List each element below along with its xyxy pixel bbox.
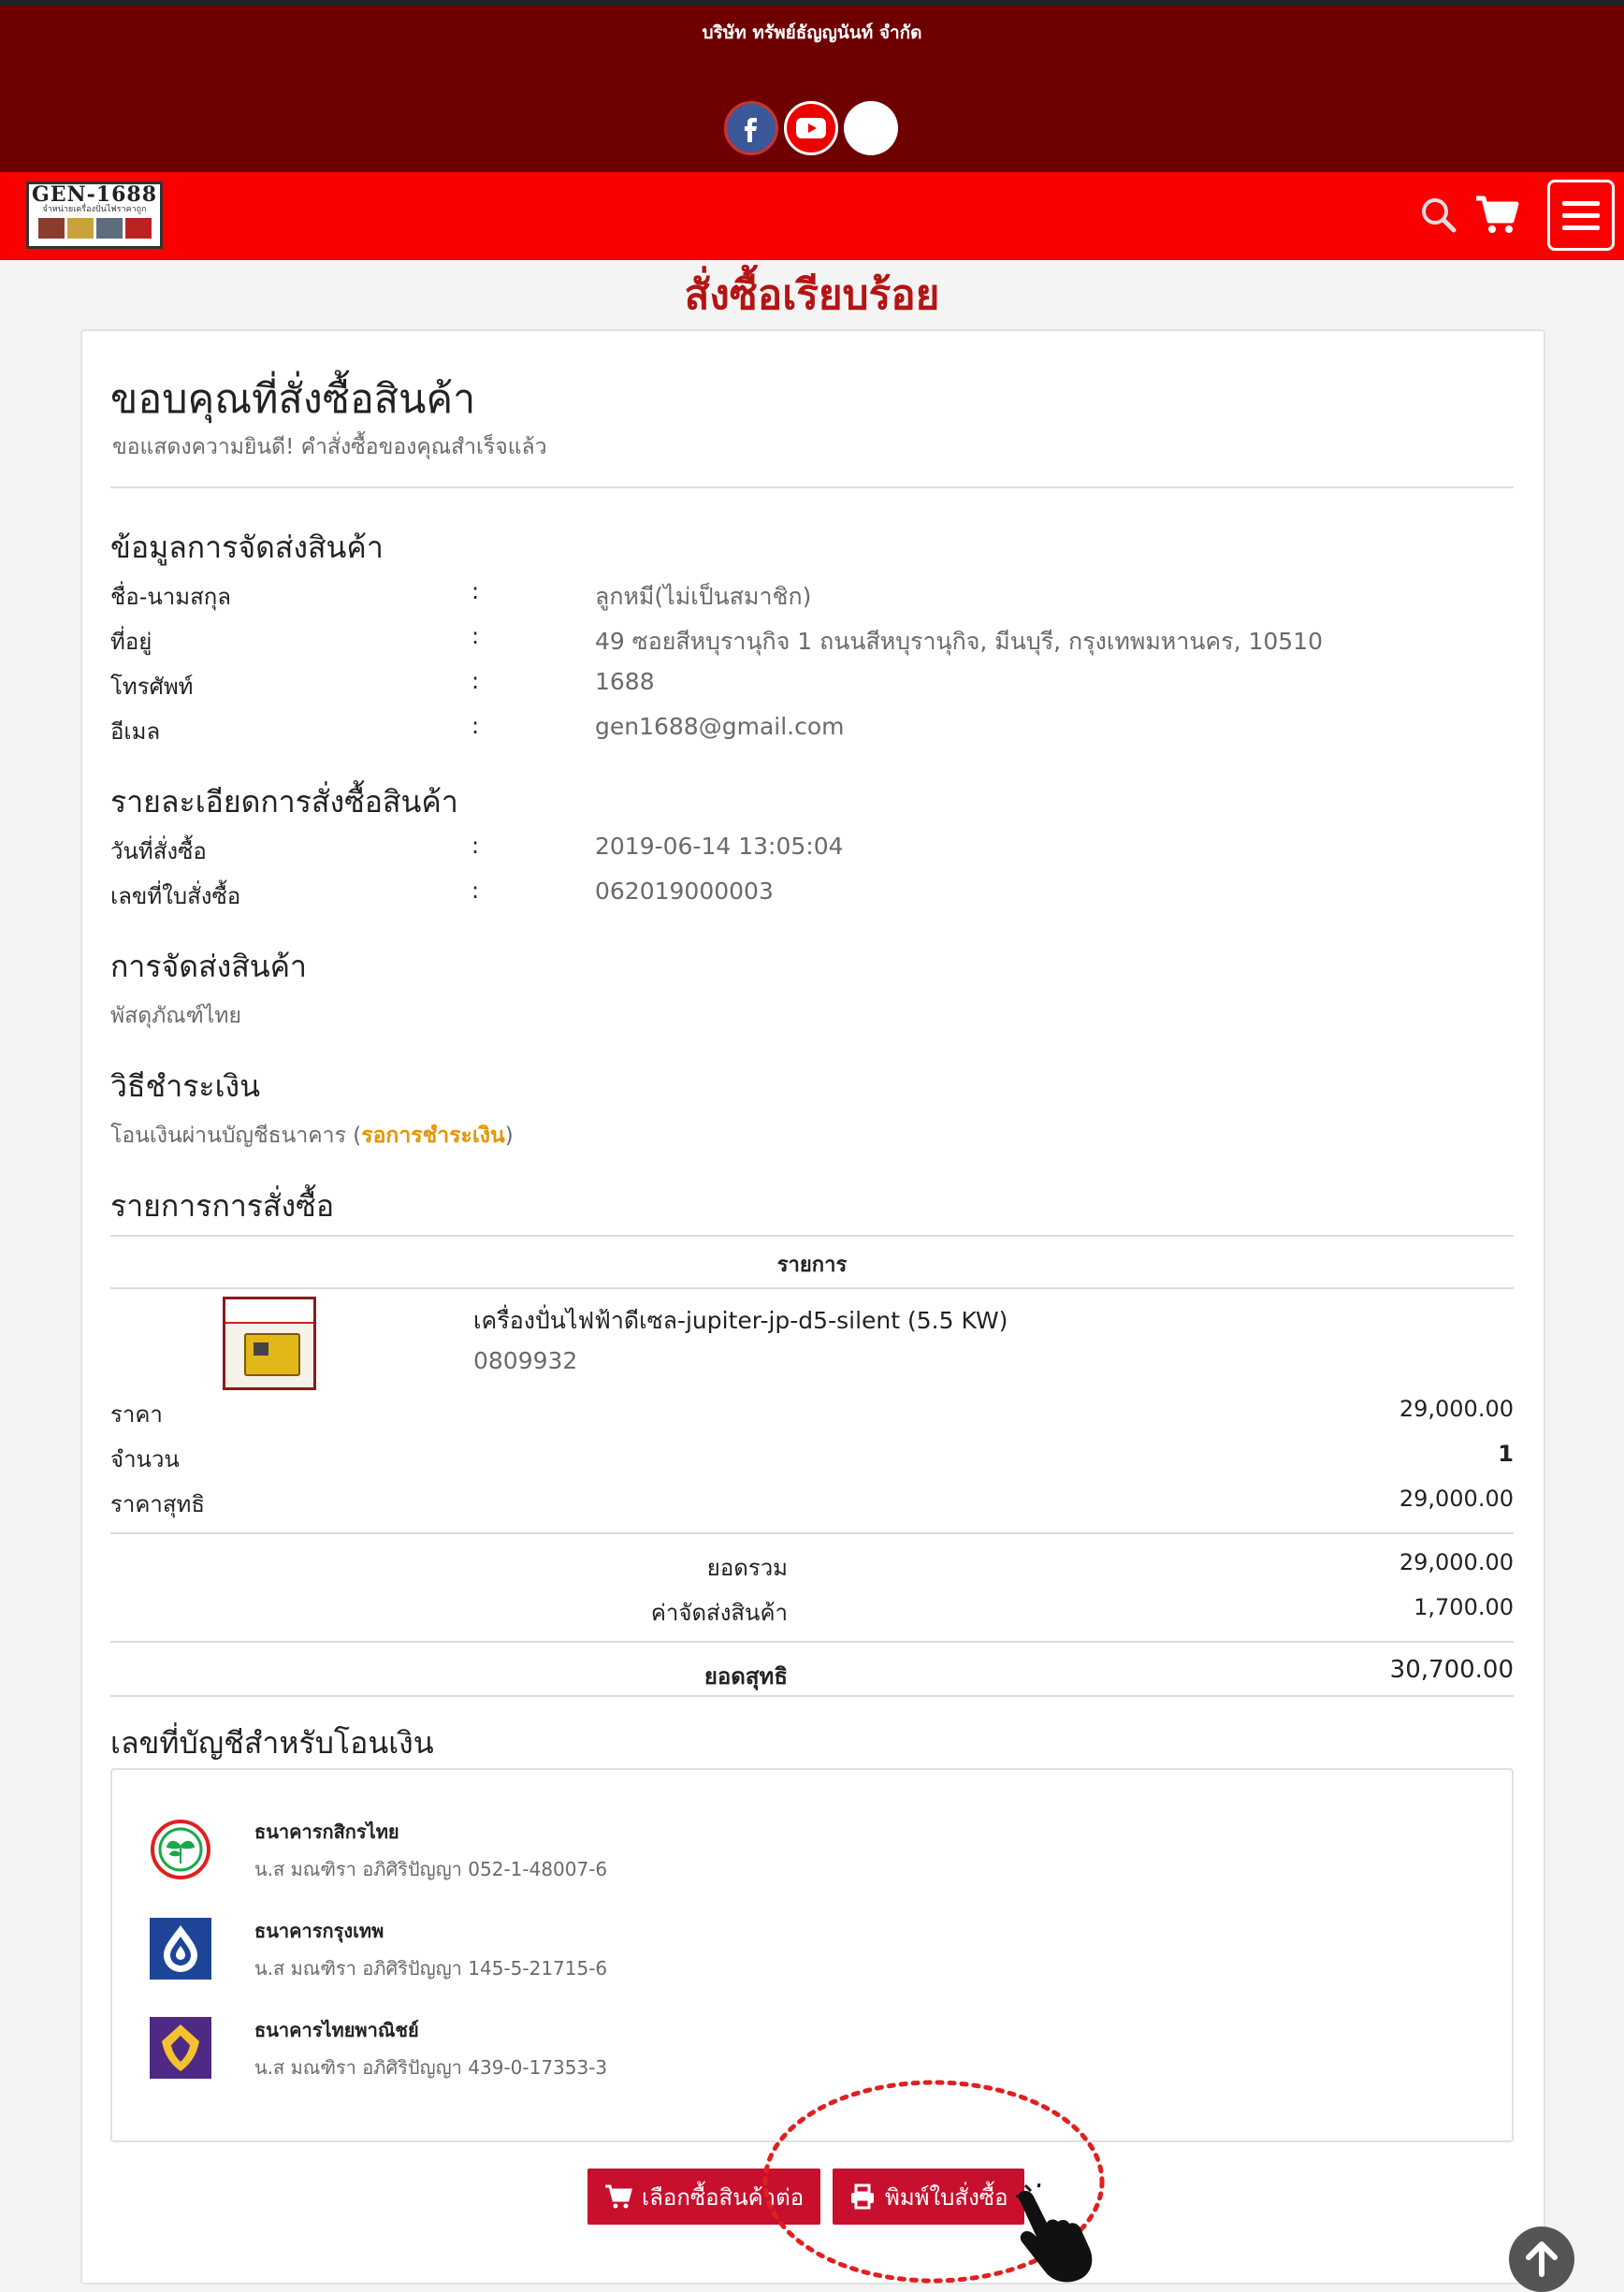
logo-subtext: จำหน่ายเครื่องปั่นไฟราคาถูก: [42, 205, 147, 214]
scroll-to-top-button[interactable]: [1509, 2227, 1574, 2292]
bank-name: ธนาคารไทยพาณิชย์: [254, 2019, 419, 2041]
search-icon[interactable]: [1418, 195, 1459, 236]
shipping-info-heading: ข้อมูลการจัดส่งสินค้า: [110, 529, 384, 565]
price-value: 29,000.00: [1399, 1396, 1514, 1422]
phone-label: โทรศัพท์: [110, 674, 194, 700]
payment-method-line: โอนเงินผ่านบัญชีธนาคาร (รอการชำระเงิน): [110, 1119, 514, 1153]
bank-name: ธนาคารกสิกรไทย: [254, 1821, 399, 1843]
payment-method: โอนเงินผ่านบัญชีธนาคาร: [110, 1124, 346, 1148]
delivery-heading: การจัดส่งสินค้า: [110, 949, 307, 984]
delivery-method: พัสดุภัณฑ์ไทย: [110, 1004, 241, 1028]
address-value: 49 ซอยสีหบุรานุกิจ 1 ถนนสีหบุรานุกิจ, มี…: [595, 628, 1323, 655]
separator: :: [471, 833, 480, 859]
thanks-message: ขอแสดงความยินดี! คำสั่งซื้อของคุณสำเร็จแ…: [112, 435, 547, 459]
bank-account: น.ส มณฑิรา อภิศิริปัญญา 052-1-48007-6: [254, 1858, 608, 1880]
name-label: ชื่อ-นามสกุล: [110, 584, 231, 610]
divider: [110, 1641, 1514, 1643]
table-top-border: [110, 1235, 1514, 1237]
shipping-fee-value: 1,700.00: [1414, 1594, 1514, 1620]
kasikorn-bank-icon: [150, 1819, 211, 1880]
net-price-value: 29,000.00: [1399, 1486, 1514, 1512]
bank-account: น.ส มณฑิรา อภิศิริปัญญา 439-0-17353-3: [254, 2056, 608, 2079]
divider: [110, 1695, 1514, 1697]
hand-pointer-icon: [1015, 2183, 1093, 2283]
page-title: สั่งซื้อเรียบร้อย: [684, 271, 940, 319]
phone-value: 1688: [595, 668, 655, 695]
product-code: 0809932: [473, 1347, 578, 1374]
address-label: ที่อยู่: [110, 629, 152, 655]
table-header-border: [110, 1287, 1514, 1289]
paren-open: (: [353, 1124, 362, 1148]
bank-name: ธนาคารกรุงเทพ: [254, 1920, 384, 1942]
bank-accounts-heading: เลขที่บัญชีสำหรับโอนเงิน: [110, 1725, 434, 1761]
grand-total-label: ยอดสุทธิ: [703, 1663, 788, 1690]
qty-label: จำนวน: [110, 1446, 180, 1472]
social-links: [724, 101, 898, 155]
company-name: บริษัท ทรัพย์ธัญญนันท์ จำกัด: [702, 22, 922, 43]
separator: :: [471, 668, 480, 694]
payment-status: รอการชำระเงิน: [361, 1124, 505, 1148]
net-price-label: ราคาสุทธิ: [110, 1491, 206, 1517]
hamburger-menu-button[interactable]: [1547, 180, 1615, 251]
product-image[interactable]: [223, 1297, 316, 1390]
order-items-heading: รายการการสั่งซื้อ: [110, 1188, 335, 1224]
product-name[interactable]: เครื่องปั่นไฟฟ้าดีเซล-jupiter-jp-d5-sile…: [473, 1302, 1008, 1340]
order-date-label: วันที่สั่งซื้อ: [110, 838, 207, 864]
order-date-value: 2019-06-14 13:05:04: [595, 833, 844, 860]
paren-close: ): [504, 1124, 514, 1148]
qty-value: 1: [1498, 1441, 1514, 1467]
email-label: อีเมล: [110, 718, 161, 745]
logo-products: [29, 218, 160, 239]
payment-heading: วิธีชำระเงิน: [110, 1068, 260, 1104]
email-value: gen1688@gmail.com: [595, 713, 845, 740]
separator: :: [471, 878, 480, 904]
thanks-heading: ขอบคุณที่สั่งซื้อสินค้า: [110, 376, 476, 423]
separator: :: [471, 623, 480, 649]
subtotal-value: 29,000.00: [1399, 1549, 1514, 1575]
separator: :: [471, 578, 480, 604]
scb-bank-icon: [150, 2017, 211, 2079]
grand-total-value: 30,700.00: [1389, 1656, 1514, 1684]
price-label: ราคา: [110, 1401, 163, 1428]
divider: [110, 486, 1514, 488]
facebook-icon[interactable]: [724, 101, 778, 155]
cart-icon: [605, 2184, 632, 2209]
top-bar: บริษัท ทรัพย์ธัญญนันท์ จำกัด: [0, 0, 1624, 172]
order-number-label: เลขที่ใบสั่งซื้อ: [110, 883, 241, 909]
items-column-header: รายการ: [776, 1254, 848, 1277]
divider: [110, 1532, 1514, 1534]
bangkok-bank-icon: [150, 1918, 211, 1980]
subtotal-label: ยอดรวม: [706, 1555, 788, 1581]
order-details-heading: รายละเอียดการสั่งซื้อสินค้า: [110, 784, 458, 820]
shipping-fee-label: ค่าจัดส่งสินค้า: [650, 1600, 788, 1626]
youtube-icon[interactable]: [784, 101, 838, 155]
site-logo[interactable]: GEN-1688 จำหน่ายเครื่องปั่นไฟราคาถูก: [26, 181, 163, 249]
separator: :: [471, 713, 480, 739]
name-value: ลูกหมี(ไม่เป็นสมาชิก): [595, 583, 812, 610]
order-number-value: 062019000003: [595, 878, 774, 905]
arrow-up-icon: [1526, 2241, 1558, 2277]
line-icon[interactable]: [844, 101, 898, 155]
cart-icon[interactable]: [1474, 193, 1519, 236]
navbar: GEN-1688 จำหน่ายเครื่องปั่นไฟราคาถูก: [0, 172, 1624, 260]
logo-text: GEN-1688: [31, 182, 158, 207]
bank-account: น.ส มณฑิรา อภิศิริปัญญา 145-5-21715-6: [254, 1957, 608, 1980]
